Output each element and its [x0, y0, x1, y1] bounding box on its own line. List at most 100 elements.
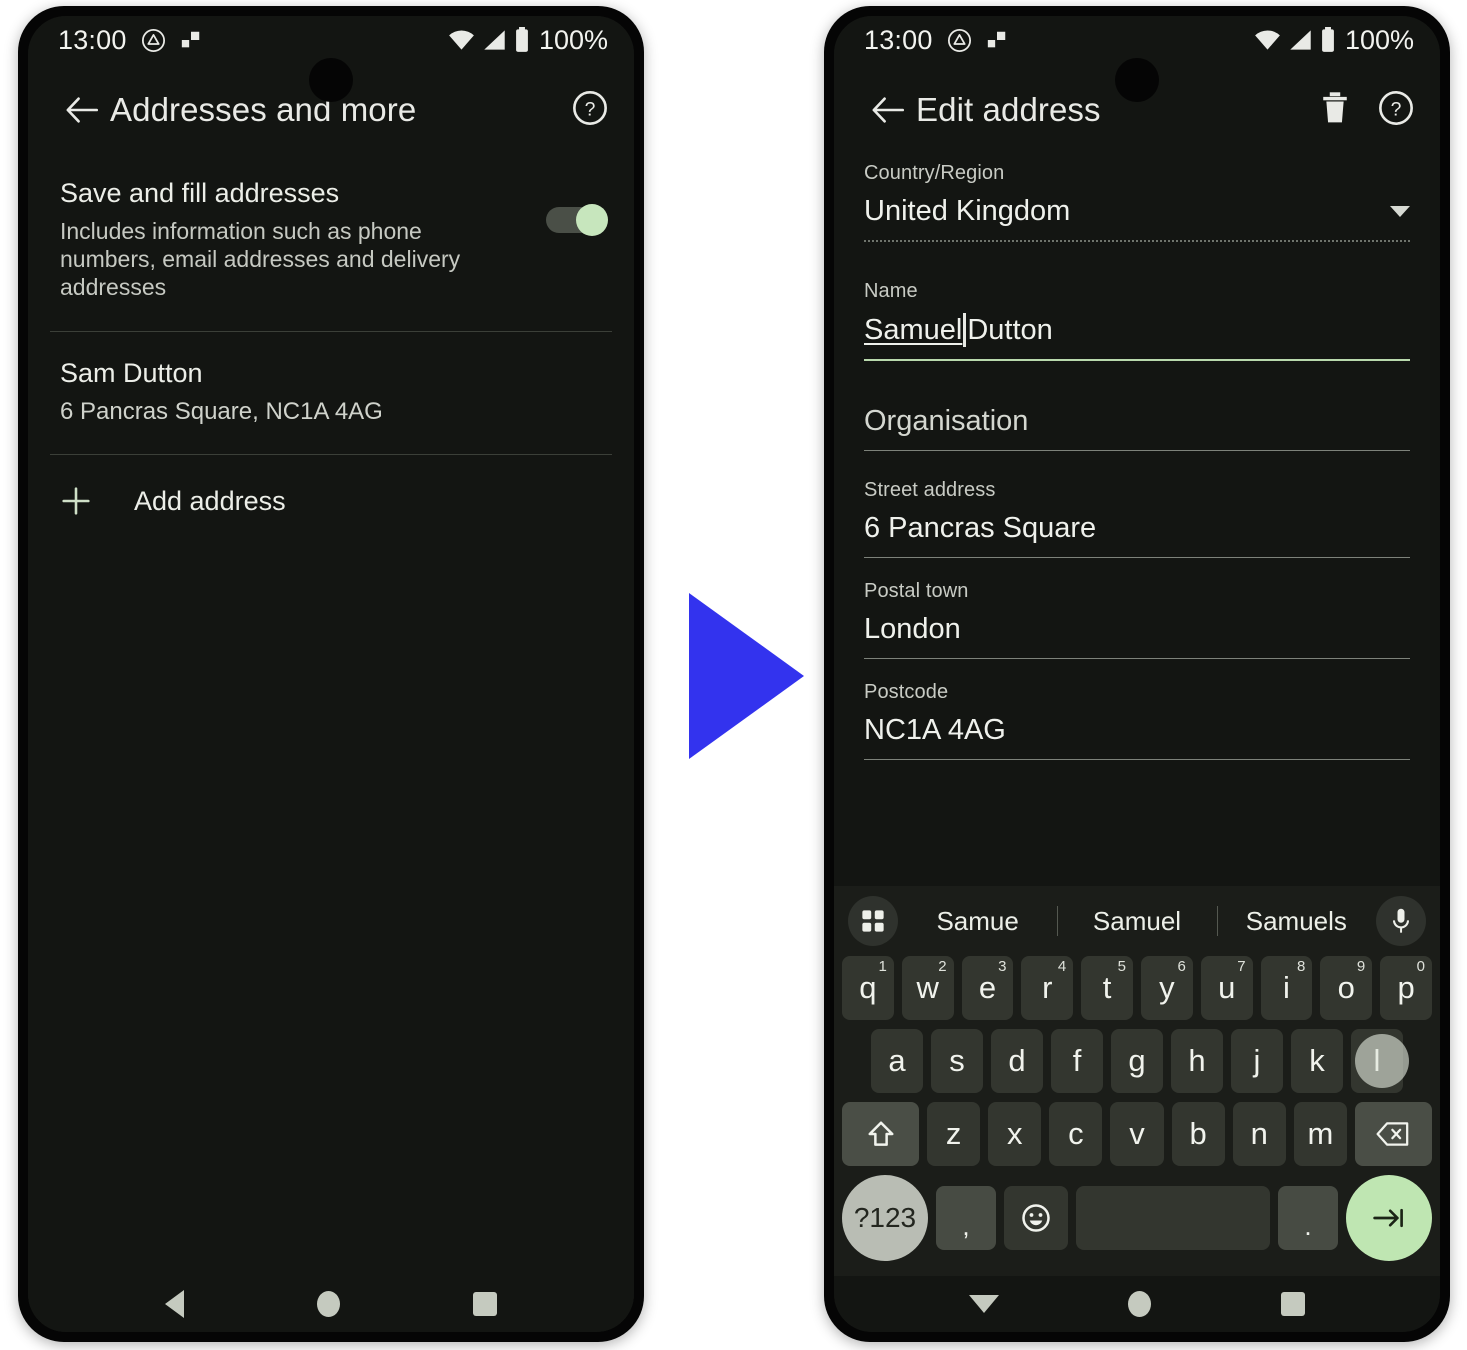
field-country[interactable]: Country/Region United Kingdom	[864, 162, 1410, 242]
key-n[interactable]: n	[1232, 1102, 1286, 1166]
nav-home-button[interactable]	[316, 1291, 340, 1317]
wifi-icon	[448, 29, 475, 51]
nav-recents-button[interactable]	[473, 1292, 498, 1316]
key-p[interactable]: 0p	[1380, 956, 1432, 1020]
back-button-right[interactable]	[860, 95, 916, 125]
nav-home-icon	[316, 1291, 340, 1317]
key-b[interactable]: b	[1171, 1102, 1225, 1166]
key-o[interactable]: 9o	[1320, 956, 1373, 1020]
back-arrow-icon	[871, 95, 905, 125]
key-space[interactable]	[1076, 1186, 1270, 1250]
settings-body: Save and fill addresses Includes informa…	[28, 156, 634, 1332]
field-label-name: Name	[864, 280, 918, 302]
composing-text: Samuel	[864, 313, 963, 346]
key-label: j	[1253, 1043, 1261, 1078]
add-address-row[interactable]: Add address	[28, 455, 634, 547]
field-label-postcode: Postcode	[864, 681, 949, 703]
key-label: n	[1250, 1116, 1268, 1151]
nav-back-button[interactable]	[164, 1290, 184, 1318]
status-bar-right: 13:00 100%	[834, 16, 1440, 64]
key-comma[interactable]: ,	[936, 1186, 996, 1250]
nav-home-icon	[1128, 1291, 1152, 1317]
saved-address-name: Sam Dutton	[60, 358, 203, 389]
field-street-address[interactable]: Street address 6 Pancras Square	[864, 479, 1410, 558]
key-label: t	[1102, 970, 1112, 1005]
key-j[interactable]: j	[1231, 1029, 1283, 1093]
field-postal-town[interactable]: Postal town London	[864, 580, 1410, 659]
nav-recents-icon	[473, 1292, 498, 1316]
key-a[interactable]: a	[871, 1029, 923, 1093]
suggestion-item[interactable]: Samue	[898, 906, 1057, 937]
country-select[interactable]: United Kingdom	[864, 189, 1410, 240]
status-bar-left-group: 13:00	[58, 25, 202, 56]
key-label: v	[1129, 1116, 1145, 1151]
key-enter-tab[interactable]	[1346, 1175, 1432, 1261]
back-button-left[interactable]	[54, 95, 110, 125]
key-g[interactable]: g	[1111, 1029, 1163, 1093]
voice-input-button[interactable]	[1376, 896, 1426, 946]
key-t[interactable]: 5t	[1081, 956, 1133, 1020]
save-and-fill-toggle[interactable]	[546, 204, 608, 236]
nav-home-button[interactable]	[1128, 1291, 1152, 1317]
warning-triangle-icon	[947, 28, 972, 53]
key-z[interactable]: z	[927, 1102, 981, 1166]
key-d[interactable]: d	[991, 1029, 1043, 1093]
field-label-town: Postal town	[864, 580, 969, 602]
key-sup: 6	[1177, 958, 1186, 975]
saved-address-row[interactable]: Sam Dutton 6 Pancras Square, NC1A 4AG	[28, 332, 634, 454]
key-label: s	[949, 1043, 965, 1078]
key-x[interactable]: x	[988, 1102, 1042, 1166]
field-postcode[interactable]: Postcode NC1A 4AG	[864, 681, 1410, 760]
key-sup: 3	[998, 958, 1007, 975]
field-value-country: United Kingdom	[864, 195, 1071, 227]
key-m[interactable]: m	[1293, 1102, 1347, 1166]
key-c[interactable]: c	[1049, 1102, 1103, 1166]
key-y[interactable]: 6y	[1141, 956, 1193, 1020]
key-u[interactable]: 7u	[1200, 956, 1253, 1020]
key-q[interactable]: 1q	[842, 956, 894, 1020]
field-value-postcode: NC1A 4AG	[864, 714, 1006, 746]
nav-dismiss-keyboard-button[interactable]	[968, 1295, 999, 1313]
help-button-left[interactable]: ?	[572, 90, 608, 131]
key-k[interactable]: k	[1291, 1029, 1343, 1093]
status-bar-left-group-2: 13:00	[864, 25, 1008, 56]
battery-icon	[514, 27, 530, 53]
status-bar-left: 13:00 100%	[28, 16, 634, 64]
key-i[interactable]: 8i	[1260, 956, 1313, 1020]
suggestion-item[interactable]: Samuels	[1217, 906, 1376, 937]
nav-back-icon	[164, 1290, 184, 1318]
field-name[interactable]: Name Samuel Dutton	[864, 280, 1410, 361]
key-v[interactable]: v	[1110, 1102, 1164, 1166]
key-s[interactable]: s	[931, 1029, 983, 1093]
help-button-right[interactable]: ?	[1378, 90, 1414, 131]
setting-subtitle: Includes information such as phone numbe…	[60, 218, 461, 301]
suggestion-item[interactable]: Samuel	[1057, 906, 1216, 937]
key-e[interactable]: 3e	[961, 956, 1014, 1020]
saved-address-line: 6 Pancras Square, NC1A 4AG	[60, 398, 383, 426]
key-backspace[interactable]	[1354, 1102, 1432, 1166]
key-symbols[interactable]: ?123	[842, 1175, 928, 1261]
screen-right: 13:00 100% Edit address ? Country/Region…	[834, 16, 1440, 1332]
add-address-label: Add address	[134, 485, 286, 516]
save-and-fill-setting-row[interactable]: Save and fill addresses Includes informa…	[28, 156, 634, 331]
nav-recents-button[interactable]	[1281, 1292, 1306, 1316]
phone-right: 13:00 100% Edit address ? Country/Region…	[824, 6, 1450, 1342]
field-underline-name	[864, 359, 1410, 361]
key-emoji[interactable]	[1004, 1186, 1068, 1250]
key-h[interactable]: h	[1171, 1029, 1223, 1093]
field-organisation[interactable]: Organisation	[864, 399, 1410, 451]
key-f[interactable]: f	[1051, 1029, 1103, 1093]
key-r[interactable]: 4r	[1021, 956, 1074, 1020]
key-w[interactable]: 2w	[901, 956, 954, 1020]
key-shift[interactable]	[842, 1102, 920, 1166]
delete-address-button[interactable]	[1320, 91, 1350, 130]
signal-icon	[1288, 29, 1313, 51]
key-sup: 4	[1057, 958, 1067, 975]
field-underline-country	[864, 240, 1410, 242]
keyboard-grid-icon	[860, 908, 886, 934]
key-period[interactable]: .	[1278, 1186, 1338, 1250]
keyboard-toolbar-button[interactable]	[848, 896, 898, 946]
key-l[interactable]: l	[1351, 1029, 1409, 1093]
key-label: q	[859, 970, 877, 1005]
